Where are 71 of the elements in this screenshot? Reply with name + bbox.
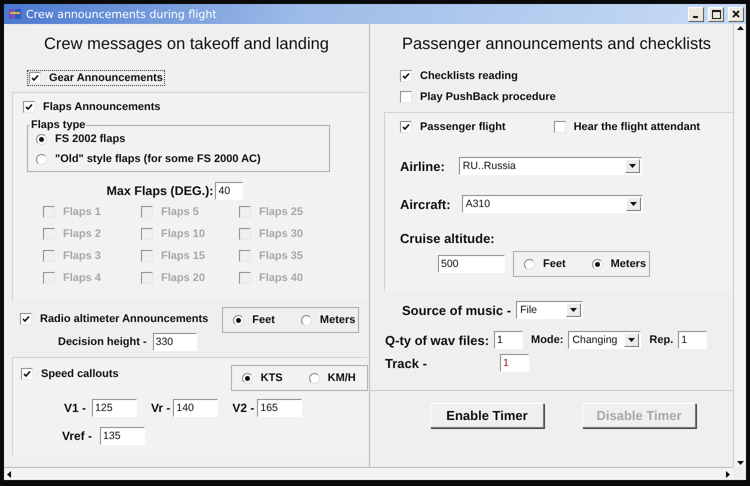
field-label: Rep. xyxy=(649,334,674,346)
horizontal-scrollbar[interactable] xyxy=(4,467,733,480)
wav-count-field[interactable]: 1 xyxy=(494,331,524,349)
field-label: Decision height - xyxy=(58,336,147,348)
speed-field[interactable]: 165 xyxy=(257,399,302,417)
radio-button[interactable]: FS 2002 flaps xyxy=(36,133,126,145)
speed-label: V1 - xyxy=(64,401,86,415)
airline-dropdown[interactable]: RU..Russia xyxy=(458,157,642,175)
field-label: Cruise altitude: xyxy=(400,231,495,246)
checkmark-icon xyxy=(23,370,31,378)
repeat-field[interactable]: 1 xyxy=(678,331,708,349)
radio-button[interactable]: Feet xyxy=(524,258,566,270)
caret-icon xyxy=(570,308,578,312)
radio-button[interactable]: KM/H xyxy=(308,372,356,384)
radio-button[interactable]: Feet xyxy=(233,314,275,326)
close-icon xyxy=(732,10,740,18)
close-button[interactable] xyxy=(728,6,744,22)
speed-field[interactable]: 135 xyxy=(100,427,146,445)
window-title: Crew announcements during flight xyxy=(26,8,218,20)
timer-button[interactable]: Enable Timer xyxy=(430,403,544,428)
field-label: Aircraft: xyxy=(400,196,451,212)
speed-field[interactable]: 140 xyxy=(173,399,218,417)
vertical-scrollbar[interactable] xyxy=(733,24,746,467)
decision-height-field[interactable]: 330 xyxy=(152,333,197,351)
scroll-left-icon[interactable] xyxy=(7,470,11,478)
maximize-button[interactable] xyxy=(708,6,724,22)
aircraft-dropdown[interactable]: A310 xyxy=(462,195,643,213)
option-checkbox[interactable]: Play PushBack procedure xyxy=(400,91,556,103)
checkmark-icon xyxy=(22,315,30,323)
max-flaps-field[interactable]: 40 xyxy=(215,182,244,200)
maximize-icon xyxy=(712,10,720,18)
minimize-button[interactable] xyxy=(688,6,704,22)
scroll-right-icon[interactable] xyxy=(726,470,730,478)
radio-button[interactable]: Meters xyxy=(300,314,356,326)
cruise-altitude-field[interactable]: 500 xyxy=(438,255,505,273)
option-checkbox[interactable]: Hear the flight attendant xyxy=(554,121,700,133)
field-label: Max Flaps (DEG.): xyxy=(106,184,214,198)
section-heading: Passenger announcements and checklists xyxy=(400,35,712,54)
checkmark-icon xyxy=(31,74,39,82)
track-field[interactable]: 1 xyxy=(500,354,529,372)
field-label: Mode: xyxy=(531,334,564,346)
gear-checkbox[interactable]: Gear Announcements xyxy=(29,72,163,84)
music-source-dropdown[interactable]: File xyxy=(516,301,584,319)
caret-icon xyxy=(630,202,637,206)
radio-button[interactable]: Meters xyxy=(592,258,646,270)
field-label: Q-ty of wav files: xyxy=(385,332,490,348)
checkmark-icon xyxy=(402,72,410,80)
field-label: Source of music - xyxy=(402,302,512,318)
scroll-up-icon[interactable] xyxy=(736,26,744,30)
checkmark-icon xyxy=(25,103,33,111)
caret-icon xyxy=(628,338,636,342)
app-icon xyxy=(8,8,22,20)
field-label: Airline: xyxy=(400,158,445,174)
field-label: Track - xyxy=(385,356,428,370)
speed-label: V2 - xyxy=(232,401,254,415)
radio-altimeter-checkbox[interactable]: Radio altimeter Announcements xyxy=(20,313,208,325)
speed-callouts-checkbox[interactable]: Speed callouts xyxy=(21,368,119,380)
radio-button[interactable]: "Old" style flaps (for some FS 2000 AC) xyxy=(36,153,261,165)
mode-dropdown[interactable]: Changing xyxy=(568,331,642,349)
flaps-checkbox[interactable]: Flaps Announcements xyxy=(23,101,161,113)
section-heading: Crew messages on takeoff and landing xyxy=(43,35,330,54)
option-checkbox[interactable]: Passenger flight xyxy=(400,121,506,133)
group-title: Flaps type xyxy=(30,119,86,131)
scroll-down-icon[interactable] xyxy=(736,461,744,465)
radio-button[interactable]: KTS xyxy=(242,372,283,384)
caret-icon xyxy=(628,164,636,168)
checkmark-icon xyxy=(402,123,410,131)
speed-field[interactable]: 125 xyxy=(92,399,138,417)
speed-label: Vr - xyxy=(151,401,170,415)
speed-label: Vref - xyxy=(62,429,92,443)
option-checkbox[interactable]: Checklists reading xyxy=(400,70,518,82)
